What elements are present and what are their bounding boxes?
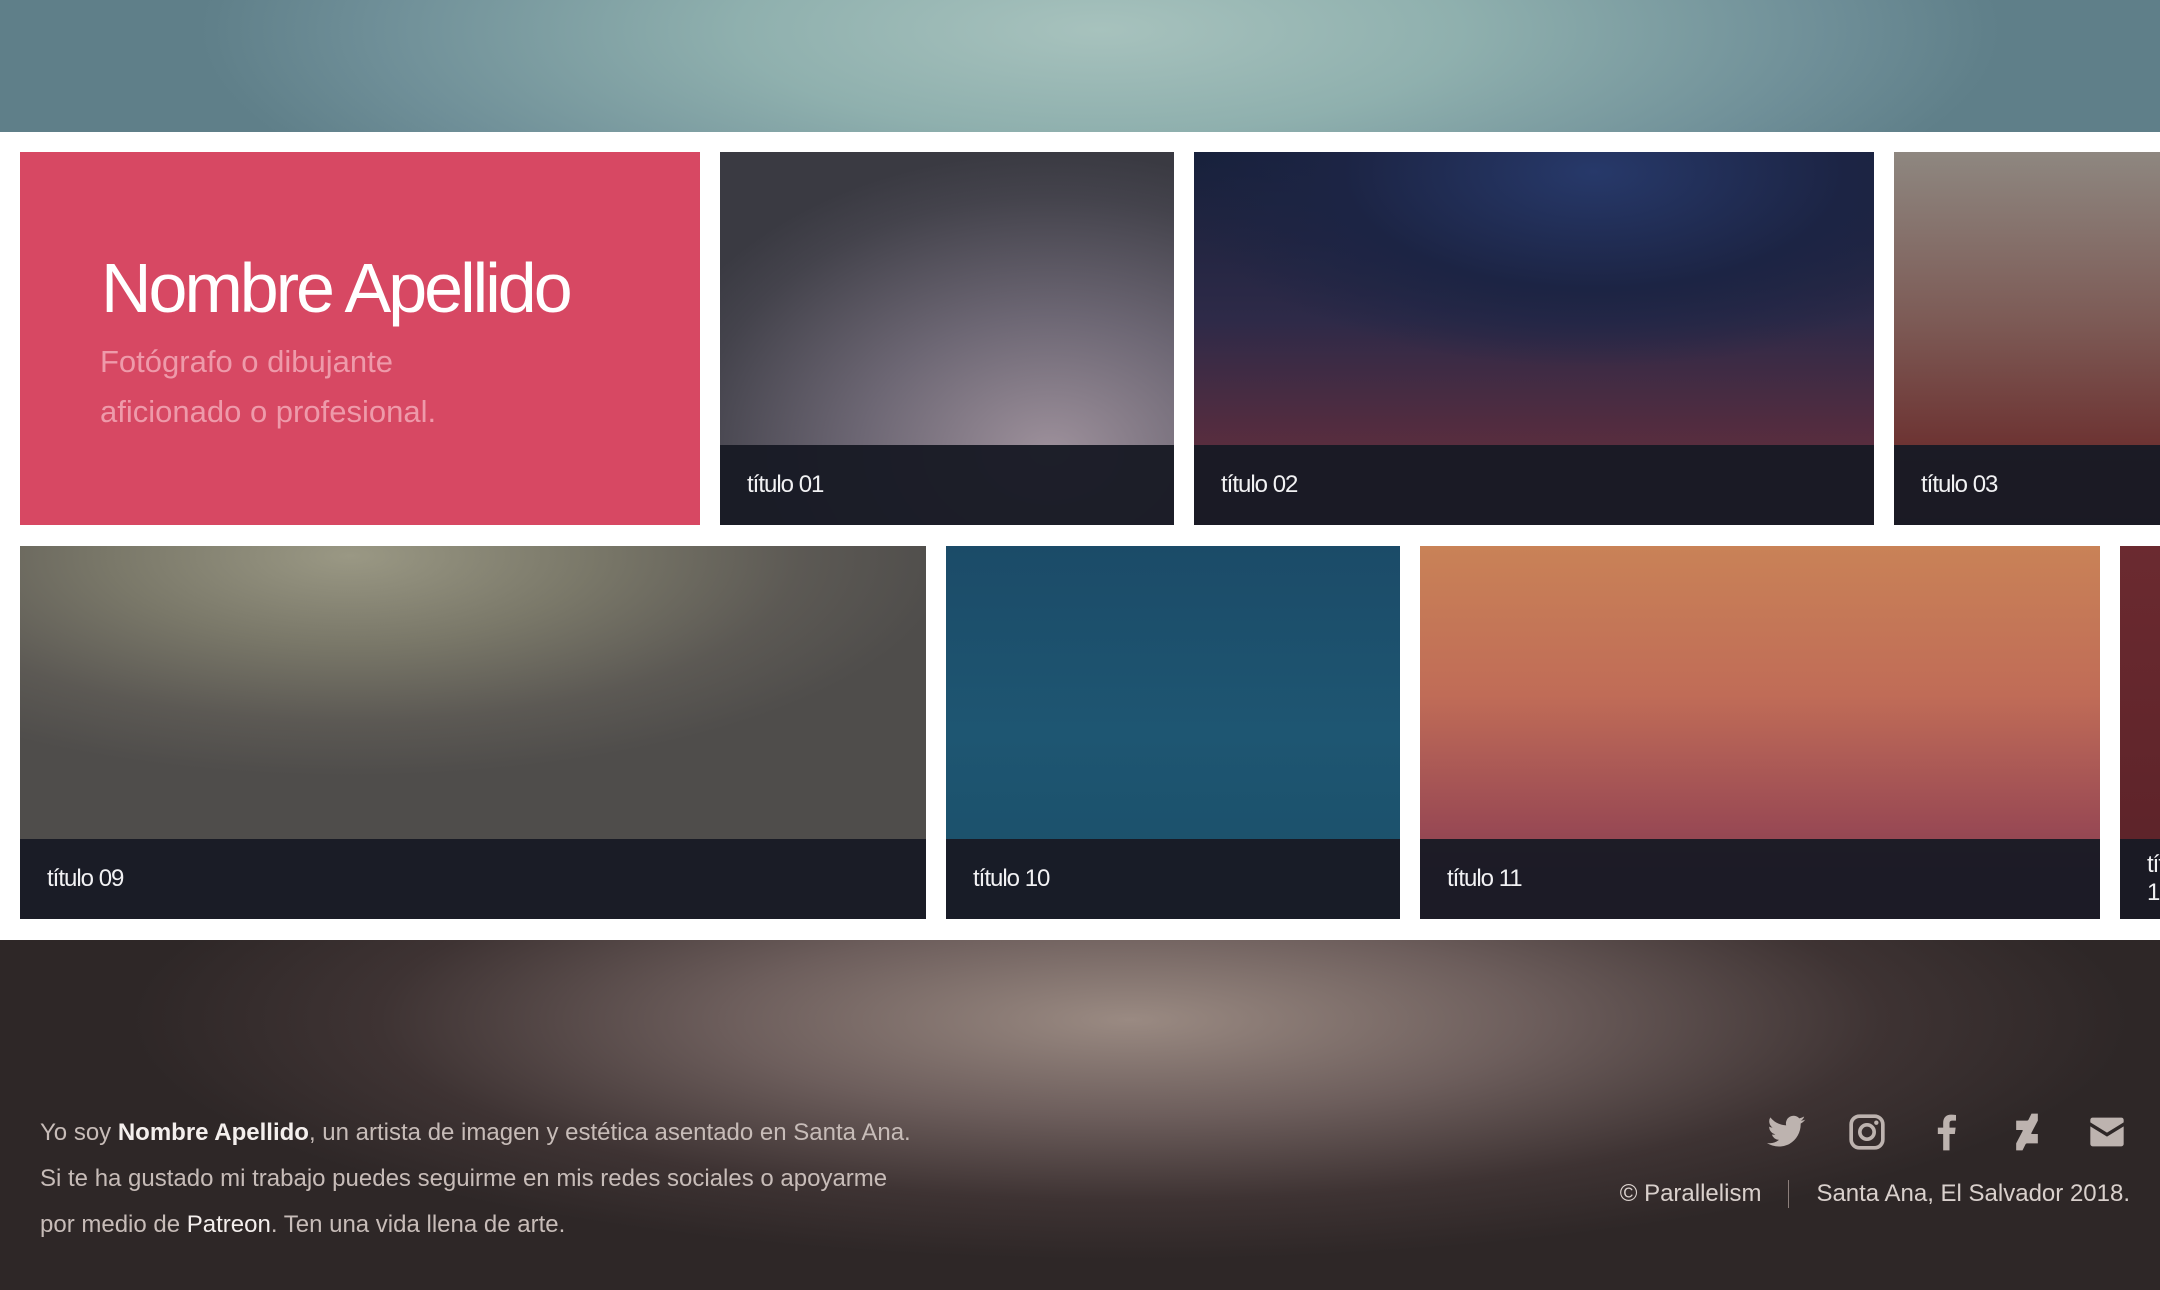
location-text: Santa Ana, El Salvador 2018.	[1816, 1180, 2130, 1207]
gallery-item-title: título 10	[946, 839, 1400, 919]
artist-subtitle: Fotógrafo o dibujante aficionado o profe…	[100, 337, 620, 437]
footer-about-text: , un artista de imagen y estética asenta…	[308, 1119, 911, 1146]
gallery-item-11[interactable]: título 11	[1420, 546, 2100, 919]
footer-about-text: por medio de	[40, 1211, 187, 1238]
artist-subtitle-line1: Fotógrafo o dibujante	[100, 344, 393, 379]
twitter-icon[interactable]	[1764, 1112, 1810, 1152]
gallery-item-03[interactable]: título 03	[1894, 152, 2160, 525]
gallery-item-title: título 02	[1194, 445, 1874, 525]
patreon-link[interactable]: Patreon	[187, 1211, 271, 1238]
gallery-item-title: título 03	[1894, 445, 2160, 525]
gallery-item-title: título 11	[1420, 839, 2100, 919]
social-links	[1764, 1112, 2130, 1152]
gallery-item-10[interactable]: título 10	[946, 546, 1400, 919]
footer-artist-name: Nombre Apellido	[117, 1119, 309, 1146]
footer-about-text: Si te ha gustado mi trabajo puedes segui…	[40, 1165, 888, 1192]
gallery-item-01[interactable]: título 01	[720, 152, 1174, 525]
copyright-text: © Parallelism	[1619, 1180, 1762, 1207]
gallery-item-09[interactable]: título 09	[20, 546, 926, 919]
facebook-icon[interactable]	[1924, 1112, 1970, 1152]
footer-about-text: . Ten una vida llena de arte.	[270, 1211, 566, 1238]
gallery-item-title: título 12	[2120, 839, 2160, 919]
gallery-item-title: título 09	[20, 839, 926, 919]
instagram-icon[interactable]	[1844, 1112, 1890, 1152]
divider	[1788, 1180, 1790, 1208]
footer: Yo soy Nombre Apellido, un artista de im…	[0, 940, 2160, 1290]
deviantart-icon[interactable]	[2004, 1112, 2050, 1152]
gallery-item-02[interactable]: título 02	[1194, 152, 1874, 525]
footer-copyright: © Parallelism Santa Ana, El Salvador 201…	[1620, 1180, 2130, 1208]
artist-subtitle-line2: aficionado o profesional.	[100, 394, 437, 429]
footer-about: Yo soy Nombre Apellido, un artista de im…	[40, 1110, 1020, 1248]
header-background	[0, 0, 2160, 132]
artist-name: Nombre Apellido	[101, 249, 573, 327]
envelope-icon[interactable]	[2084, 1112, 2130, 1152]
gallery-item-title: título 01	[720, 445, 1174, 525]
gallery-item-12[interactable]: título 12	[2120, 546, 2160, 919]
footer-about-text: Yo soy	[40, 1119, 118, 1146]
intro-panel: Nombre Apellido Fotógrafo o dibujante af…	[20, 152, 700, 525]
